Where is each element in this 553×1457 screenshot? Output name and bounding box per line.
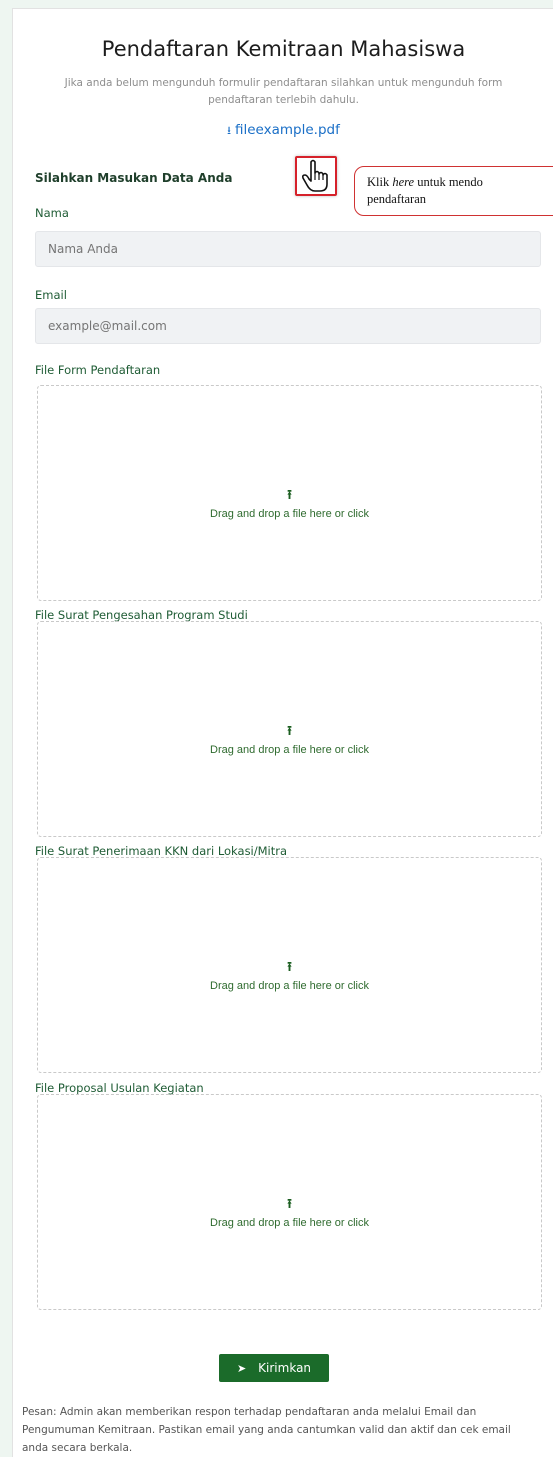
upload-dropzone-penerimaan-kkn[interactable]: ⭱ Drag and drop a file here or click	[37, 857, 542, 1073]
registration-card: Pendaftaran Kemitraan Mahasiswa Jika and…	[12, 8, 553, 1457]
submit-button[interactable]: ➤ Kirimkan	[219, 1354, 329, 1382]
tooltip-line-2: pendaftaran	[367, 192, 426, 206]
name-input[interactable]	[35, 231, 541, 267]
dropzone-text: Drag and drop a file here or click	[210, 508, 369, 520]
submit-label: Kirimkan	[258, 1361, 312, 1375]
page-subtitle: Jika anda belum mengunduh formulir penda…	[64, 77, 503, 106]
tooltip-line1-rest: untuk mendo	[414, 175, 483, 189]
upload-dropzone-pengesahan-prodi[interactable]: ⭱ Drag and drop a file here or click	[37, 621, 542, 837]
page-title: Pendaftaran Kemitraan Mahasiswa	[101, 37, 466, 61]
email-input[interactable]	[35, 308, 541, 344]
upload-label-penerimaan-kkn: File Surat Penerimaan KKN dari Lokasi/Mi…	[35, 844, 288, 858]
tooltip-line-1: Klik here untuk mendo	[367, 174, 553, 191]
dropzone-text: Drag and drop a file here or click	[210, 980, 369, 992]
upload-icon: ⭱	[287, 724, 292, 739]
upload-dropzone-form-pendaftaran[interactable]: ⭱ Drag and drop a file here or click	[37, 385, 542, 601]
tutorial-pointer	[295, 156, 337, 196]
tooltip-emphasis: here	[392, 175, 415, 189]
upload-icon: ⭱	[287, 960, 292, 975]
dropzone-text: Drag and drop a file here or click	[210, 744, 369, 756]
form-section-title: Silahkan Masukan Data Anda	[35, 171, 233, 185]
download-link[interactable]: ⭳ fileexample.pdf	[13, 122, 553, 141]
upload-dropzone-proposal[interactable]: ⭱ Drag and drop a file here or click	[37, 1094, 542, 1310]
download-icon: ⭳	[227, 124, 231, 137]
send-icon: ➤	[236, 1361, 247, 1375]
info-message: Pesan: Admin akan memberikan respon terh…	[22, 1406, 511, 1454]
tutorial-tooltip: Klik here untuk mendo pendaftaran	[354, 166, 553, 216]
tooltip-prefix: Klik	[367, 175, 393, 189]
email-label: Email	[35, 288, 67, 302]
upload-label-form-pendaftaran: File Form Pendaftaran	[35, 363, 161, 377]
download-link-label: fileexample.pdf	[235, 122, 340, 138]
hand-pointer-icon	[301, 159, 328, 192]
upload-label-pengesahan-prodi: File Surat Pengesahan Program Studi	[35, 608, 248, 622]
dropzone-text: Drag and drop a file here or click	[210, 1217, 369, 1229]
name-label: Nama	[35, 206, 69, 220]
upload-icon: ⭱	[287, 488, 292, 503]
upload-icon: ⭱	[287, 1197, 292, 1212]
upload-label-proposal: File Proposal Usulan Kegiatan	[35, 1081, 204, 1095]
